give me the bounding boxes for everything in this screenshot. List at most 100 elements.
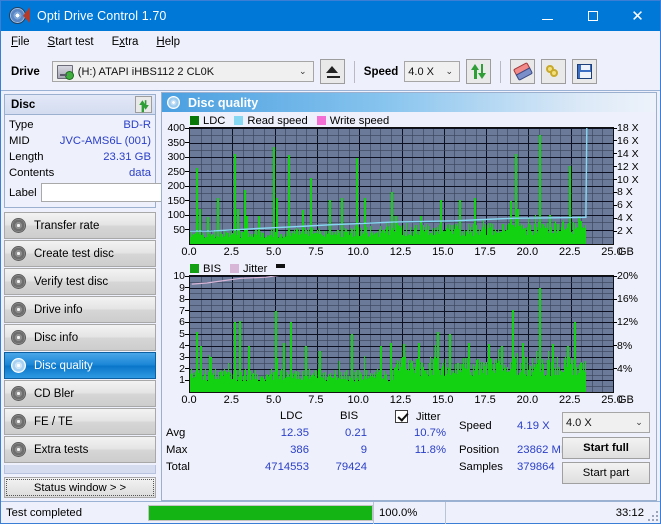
disc-label-row: Label xyxy=(9,182,244,203)
start-part-label: Start part xyxy=(582,467,630,479)
disc-row-length-key: Length xyxy=(9,151,44,163)
chart-bottom-x-axis: 0.0 2.5 5.0 7.5 10.0 12.5 15.0 17.5 20.0 22.5 25.0… xyxy=(181,394,634,406)
sidebar-item-disc-quality[interactable]: Disc quality xyxy=(4,352,156,379)
app-disc-icon xyxy=(8,5,30,27)
legend-label-jitter: Jitter xyxy=(243,262,268,275)
main-panel-header: Disc quality xyxy=(162,93,656,112)
sidebar-item-label: Disc quality xyxy=(34,359,93,372)
page-title: Disc quality xyxy=(188,95,259,110)
menu-bar: File Start test Extra Help xyxy=(1,31,660,53)
start-part-button[interactable]: Start part xyxy=(562,462,650,484)
sidebar-item-create-test-disc[interactable]: Create test disc xyxy=(4,240,156,267)
stats-col-header-bis: BIS xyxy=(340,410,359,422)
eject-button[interactable] xyxy=(319,59,345,84)
stats-jitter-max: 11.8% xyxy=(414,444,446,456)
disc-row-contents-key: Contents xyxy=(9,167,55,179)
close-button[interactable]: ✕ xyxy=(615,1,660,31)
chart-top-y2-axis: 2 X4 X6 X8 X 10 X 12 X 14 X 16 X 18 X xyxy=(613,123,655,244)
menu-item-extra[interactable]: Extra xyxy=(112,36,139,48)
progress-percent: 100.0% xyxy=(373,501,445,524)
disc-icon xyxy=(11,218,26,233)
speed-select[interactable]: 4.0 X ⌄ xyxy=(404,61,461,82)
minimize-button[interactable] xyxy=(525,1,570,31)
sidebar-item-label: Transfer rate xyxy=(34,219,100,232)
stats-row-header-avg: Avg xyxy=(166,427,186,439)
legend-label-write-speed: Write speed xyxy=(329,114,390,127)
stats-bis-avg: 0.21 xyxy=(345,427,367,439)
disc-icon xyxy=(11,386,26,401)
legend-swatch-jitter xyxy=(230,264,240,273)
disc-row-type-key: Type xyxy=(9,119,34,131)
chart-top-y-axis: 50 100 150 200 250 300 350 400 xyxy=(162,123,189,244)
chevron-down-icon: ⌄ xyxy=(299,66,307,77)
save-button[interactable] xyxy=(572,59,598,84)
stats-samples-value: 379864 xyxy=(517,461,555,473)
stats-position-value: 23862 MB xyxy=(517,444,569,456)
speed-select-value: 4.0 X xyxy=(408,65,434,78)
sidebar-item-transfer-rate[interactable]: Transfer rate xyxy=(4,212,156,239)
toolbar: Drive (H:) ATAPI iHBS112 2 CL0K ⌄ Speed … xyxy=(1,53,660,91)
sidebar-item-cd-bler[interactable]: CD Bler xyxy=(4,380,156,407)
sidebar-filler xyxy=(4,465,156,474)
erase-button[interactable] xyxy=(510,59,536,84)
disc-info-rows: Type BD-R MID JVC-AMS6L (001) Length 23.… xyxy=(5,115,244,207)
sidebar-item-disc-info[interactable]: Disc info xyxy=(4,324,156,351)
legend-label-ldc: LDC xyxy=(203,114,226,127)
stats-row-header-total: Total xyxy=(166,461,190,473)
disc-refresh-button[interactable] xyxy=(135,96,152,113)
status-window-button[interactable]: Status window > > xyxy=(4,477,156,498)
sidebar-item-label: FE / TE xyxy=(34,415,73,428)
refresh-icon xyxy=(471,64,487,79)
legend-bottom: BIS Jitter xyxy=(162,260,656,275)
stats-bis-max: 9 xyxy=(360,444,367,456)
disc-icon xyxy=(11,246,26,261)
stats-col-header-jitter: Jitter xyxy=(416,411,441,423)
disc-panel-header: Disc xyxy=(5,95,155,115)
refresh-button[interactable] xyxy=(466,59,492,84)
key-button[interactable] xyxy=(541,59,567,84)
sidebar-item-extra-tests[interactable]: Extra tests xyxy=(4,436,156,463)
start-full-button[interactable]: Start full xyxy=(562,437,650,459)
sidebar-item-drive-info[interactable]: Drive info xyxy=(4,296,156,323)
stats-samples-label: Samples xyxy=(459,461,503,473)
resize-grip-icon[interactable] xyxy=(646,509,658,521)
sidebar-item-verify-test-disc[interactable]: Verify test disc xyxy=(4,268,156,295)
window-title: Opti Drive Control 1.70 xyxy=(37,9,167,23)
disc-row-length: Length 23.31 GB xyxy=(9,149,151,165)
chart-top-series xyxy=(190,128,613,244)
test-speed-select[interactable]: 4.0 X ⌄ xyxy=(562,412,650,433)
maximize-button[interactable] xyxy=(570,1,615,31)
disc-panel-title: Disc xyxy=(11,98,36,111)
drive-select-value: (H:) ATAPI iHBS112 2 CL0K xyxy=(77,65,215,78)
disc-row-mid-key: MID xyxy=(9,135,30,147)
sidebar-item-fe-te[interactable]: FE / TE xyxy=(4,408,156,435)
menu-extra-rest: tra xyxy=(125,36,139,48)
disc-row-type: Type BD-R xyxy=(9,117,151,133)
disc-row-type-value: BD-R xyxy=(123,119,151,131)
status-message: Test completed xyxy=(6,506,82,519)
toolbar-separator-1 xyxy=(353,60,355,83)
menu-item-file[interactable]: File xyxy=(11,36,30,48)
legend-swatch-read-speed xyxy=(234,116,244,125)
legend-label-bis: BIS xyxy=(203,262,222,275)
disc-row-mid: MID JVC-AMS6L (001) xyxy=(9,133,151,149)
legend-marker-icon xyxy=(276,263,286,268)
stats-speed-value: 4.19 X xyxy=(517,420,550,432)
disc-row-length-value: 23.31 GB xyxy=(103,151,151,163)
drive-select[interactable]: (H:) ATAPI iHBS112 2 CL0K ⌄ xyxy=(51,61,314,82)
test-speed-select-value: 4.0 X xyxy=(566,416,592,429)
close-icon: ✕ xyxy=(631,6,644,25)
drive-icon xyxy=(56,65,74,80)
chart-bottom: 1 2 3 4 5 6 7 8 9 10 4% 8% 12% 16% 20% xyxy=(173,271,638,393)
chart-top: 50 100 150 200 250 300 350 400 2 X4 X6 X8 X 10 X… xyxy=(167,123,639,245)
jitter-checkbox[interactable] xyxy=(395,410,408,423)
chart-bottom-wrap: 1 2 3 4 5 6 7 8 9 10 4% 8% 12% 16% 20% 0.0 2.5 5.0 7.5 10… xyxy=(162,271,656,408)
chart-bottom-series xyxy=(190,276,613,392)
menu-item-help[interactable]: Help xyxy=(156,36,180,48)
start-full-label: Start full xyxy=(583,442,629,454)
disc-quality-icon xyxy=(167,96,180,109)
menu-item-start-test[interactable]: Start test xyxy=(48,36,94,48)
legend-swatch-bis xyxy=(190,264,199,273)
stats-position-label: Position xyxy=(459,444,500,456)
key-icon xyxy=(545,64,562,79)
